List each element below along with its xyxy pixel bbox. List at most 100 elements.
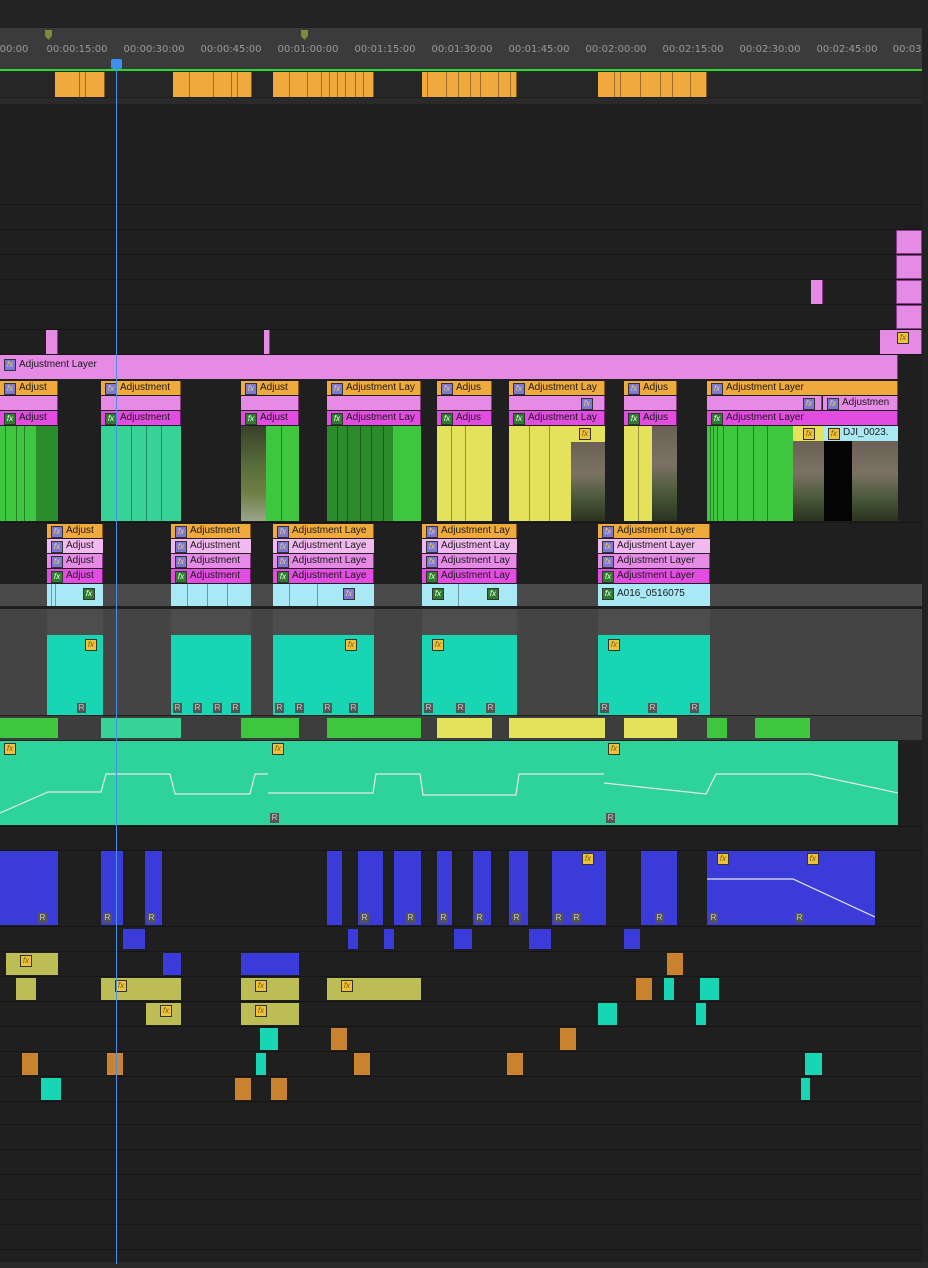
- audio-clip[interactable]: [700, 978, 719, 1000]
- adjustment-clip[interactable]: fx Adjustment: [101, 411, 181, 425]
- audio-clip[interactable]: R: [0, 851, 58, 925]
- video-clip[interactable]: fx: [509, 426, 605, 521]
- video-clip[interactable]: [101, 426, 181, 521]
- adjustment-clip[interactable]: fx Adjust: [47, 539, 103, 553]
- horizontal-scrollbar[interactable]: [0, 1262, 928, 1268]
- audio-clip[interactable]: [636, 978, 652, 1000]
- video-clip[interactable]: [327, 426, 421, 521]
- audio-clip[interactable]: fx: [241, 978, 299, 1000]
- adjustment-clip[interactable]: fx Adjustment Lay: [422, 524, 517, 538]
- clip[interactable]: [598, 72, 707, 97]
- audio-clip[interactable]: fx R R: [552, 851, 606, 925]
- clip[interactable]: [273, 72, 374, 97]
- audio-clip[interactable]: fx R R R: [598, 609, 710, 715]
- audio-clip[interactable]: [354, 1053, 370, 1075]
- audio-clip[interactable]: [667, 953, 683, 975]
- video-clip[interactable]: [241, 426, 299, 521]
- adjustment-clip[interactable]: fx Adjust: [47, 554, 103, 568]
- playhead-line[interactable]: [116, 68, 117, 1264]
- clip[interactable]: [55, 72, 105, 97]
- clip[interactable]: [896, 305, 922, 329]
- audio-clip[interactable]: [801, 1078, 810, 1100]
- video-clip[interactable]: fx DJI_0023.: [824, 426, 898, 521]
- adjustment-clip[interactable]: fx Adjus: [437, 411, 492, 425]
- volume-keyframes[interactable]: [604, 741, 898, 825]
- adjustment-clip[interactable]: [0, 396, 58, 410]
- adjustment-clip[interactable]: fx Adjustment Lay: [509, 411, 605, 425]
- music-clip[interactable]: fx: [0, 741, 268, 825]
- audio-clip[interactable]: [384, 929, 394, 949]
- audio-clip[interactable]: fx: [327, 978, 421, 1000]
- audio-clip[interactable]: R: [394, 851, 421, 925]
- clip[interactable]: [173, 72, 252, 97]
- clip[interactable]: [707, 718, 727, 738]
- adjustment-clip[interactable]: fx Adjustment Layer: [598, 539, 710, 553]
- adjustment-clip[interactable]: fx Adjust: [241, 411, 299, 425]
- audio-clip[interactable]: fx fx R R: [707, 851, 875, 925]
- audio-clip[interactable]: [235, 1078, 251, 1100]
- clip[interactable]: [241, 718, 299, 738]
- clip[interactable]: [327, 718, 421, 738]
- audio-clip[interactable]: R: [145, 851, 162, 925]
- audio-clip[interactable]: [163, 953, 181, 975]
- video-clip[interactable]: fx: [793, 426, 824, 521]
- audio-clip[interactable]: [107, 1053, 123, 1075]
- vertical-scrollbar[interactable]: [922, 0, 928, 1268]
- video-clip[interactable]: [624, 426, 677, 521]
- clip[interactable]: [509, 718, 605, 738]
- audio-clip[interactable]: [507, 1053, 523, 1075]
- video-clip[interactable]: fx A016_0516075: [598, 584, 710, 606]
- adjustment-clip[interactable]: fx Adjustment Lay: [422, 554, 517, 568]
- clip[interactable]: [0, 718, 58, 738]
- adjustment-clip[interactable]: fx Adjustment Laye: [273, 524, 374, 538]
- audio-clip[interactable]: [805, 1053, 822, 1075]
- adjustment-clip[interactable]: [624, 396, 677, 410]
- clip[interactable]: [46, 330, 58, 354]
- adjustment-clip[interactable]: fx Adjustment: [171, 569, 251, 583]
- adjustment-clip[interactable]: fx Adjus: [624, 381, 677, 395]
- audio-clip[interactable]: R: [641, 851, 677, 925]
- video-clip[interactable]: fx fx: [422, 584, 517, 606]
- clip[interactable]: [755, 718, 810, 738]
- adjustment-layer-clip[interactable]: fx Adjustment Layer: [0, 355, 898, 379]
- audio-clip[interactable]: fx: [101, 978, 181, 1000]
- clip[interactable]: [101, 718, 181, 738]
- audio-clip[interactable]: fx: [241, 1003, 299, 1025]
- adjustment-clip[interactable]: fx Adjustmen: [823, 396, 898, 410]
- audio-clip[interactable]: [16, 978, 36, 1000]
- audio-clip[interactable]: [696, 1003, 706, 1025]
- audio-clip[interactable]: R: [473, 851, 491, 925]
- adjustment-clip[interactable]: fx: [509, 396, 605, 410]
- video-clip[interactable]: fx: [47, 584, 103, 606]
- clip[interactable]: [896, 280, 922, 304]
- music-clip[interactable]: fx R: [268, 741, 604, 825]
- adjustment-clip[interactable]: fx Adjustment Lay: [422, 569, 517, 583]
- clip[interactable]: [264, 330, 270, 354]
- adjustment-clip[interactable]: fx Adjustment Layer: [707, 381, 898, 395]
- adjustment-clip[interactable]: [101, 396, 181, 410]
- clip[interactable]: fx: [880, 330, 922, 354]
- adjustment-clip[interactable]: fx Adjust: [0, 381, 58, 395]
- adjustment-clip[interactable]: fx Adjust: [0, 411, 58, 425]
- audio-clip[interactable]: fx R R R R: [273, 609, 374, 715]
- audio-clip[interactable]: [327, 851, 342, 925]
- adjustment-clip[interactable]: fx Adjustment: [101, 381, 181, 395]
- adjustment-clip[interactable]: fx Adjus: [437, 381, 492, 395]
- adjustment-clip[interactable]: fx Adjustment: [171, 539, 251, 553]
- music-clip[interactable]: fx R: [604, 741, 898, 825]
- video-clip[interactable]: fx: [273, 584, 374, 606]
- audio-clip[interactable]: fx: [6, 953, 58, 975]
- adjustment-clip[interactable]: fx Adjustment Lay: [327, 411, 421, 425]
- adjustment-clip[interactable]: fx Adjustment Laye: [273, 539, 374, 553]
- audio-clip[interactable]: [560, 1028, 576, 1050]
- clip[interactable]: [896, 230, 922, 254]
- clip[interactable]: [422, 72, 517, 97]
- adjustment-clip[interactable]: fx Adjustment Layer: [598, 554, 710, 568]
- adjustment-clip[interactable]: [241, 396, 299, 410]
- audio-clip[interactable]: [241, 953, 299, 975]
- video-clip[interactable]: [437, 426, 492, 521]
- video-clip[interactable]: [707, 426, 793, 521]
- video-clip[interactable]: [0, 426, 58, 521]
- adjustment-clip[interactable]: fx Adjustment Layer: [598, 569, 710, 583]
- audio-clip[interactable]: R: [358, 851, 383, 925]
